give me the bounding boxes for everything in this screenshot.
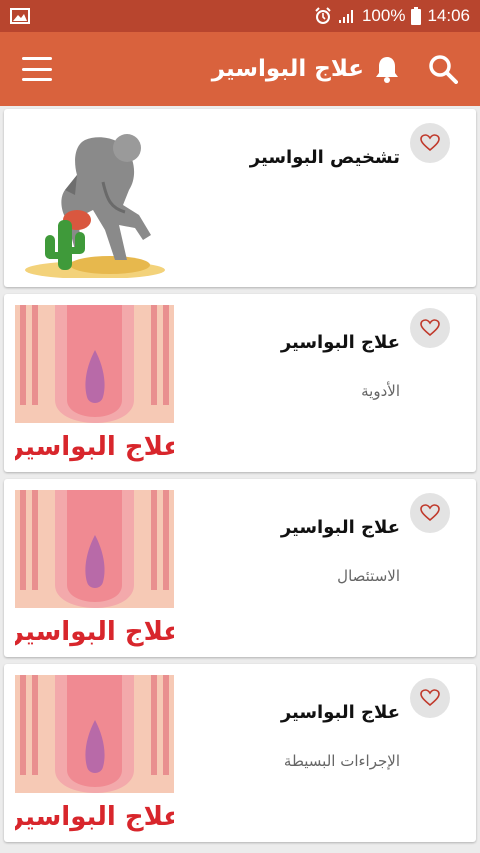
card-subtitle: الإجراءات البسيطة	[283, 752, 400, 770]
hemorrhoid-diagram-image: علاج البواسير	[15, 490, 174, 648]
heart-icon	[420, 319, 440, 337]
status-bar: 100% 14:06	[0, 0, 480, 32]
gallery-icon	[10, 8, 30, 24]
alarm-icon	[315, 7, 331, 24]
favorite-button[interactable]	[410, 493, 450, 533]
diagram-caption: علاج البواسير	[15, 802, 174, 832]
diagram-caption: علاج البواسير	[15, 432, 174, 462]
heart-icon	[420, 134, 440, 152]
hemorrhoid-diagram-image: علاج البواسير	[15, 305, 174, 463]
heart-icon	[420, 504, 440, 522]
signal-icon	[338, 10, 353, 23]
app-title: علاج البواسير	[211, 56, 364, 82]
card-subtitle: الاستئصال	[337, 567, 400, 585]
topic-list: تشخيص البواسير علاج البواسير علاج البواس…	[0, 106, 480, 853]
thinker-cactus-image	[15, 120, 174, 278]
favorite-button[interactable]	[410, 308, 450, 348]
notification-bell-icon[interactable]	[374, 55, 400, 83]
favorite-button[interactable]	[410, 123, 450, 163]
battery-icon	[411, 7, 422, 25]
card-title: علاج البواسير	[280, 517, 400, 538]
card-subtitle: الأدوية	[361, 382, 400, 400]
menu-icon-line	[22, 57, 52, 60]
app-bar: علاج البواسير	[0, 32, 480, 106]
card-title: علاج البواسير	[280, 702, 400, 723]
battery-percent: 100%	[361, 6, 406, 25]
list-item[interactable]: علاج البواسير علاج البواسير الأدوية	[4, 294, 476, 472]
menu-icon-line	[22, 78, 52, 81]
list-item[interactable]: تشخيص البواسير	[4, 109, 476, 287]
favorite-button[interactable]	[410, 678, 450, 718]
card-title: تشخيص البواسير	[249, 147, 400, 168]
title-group: علاج البواسير	[212, 55, 400, 83]
diagram-caption: علاج البواسير	[15, 617, 174, 647]
heart-icon	[420, 689, 440, 707]
menu-icon-line	[22, 67, 52, 71]
list-item[interactable]: علاج البواسير علاج البواسير الإجراءات ال…	[4, 664, 476, 842]
search-icon[interactable]	[428, 54, 458, 84]
hemorrhoid-diagram-image: علاج البواسير	[15, 675, 174, 833]
card-title: علاج البواسير	[280, 332, 400, 353]
list-item[interactable]: علاج البواسير علاج البواسير الاستئصال	[4, 479, 476, 657]
menu-button[interactable]	[22, 57, 52, 81]
clock: 14:06	[427, 6, 470, 25]
